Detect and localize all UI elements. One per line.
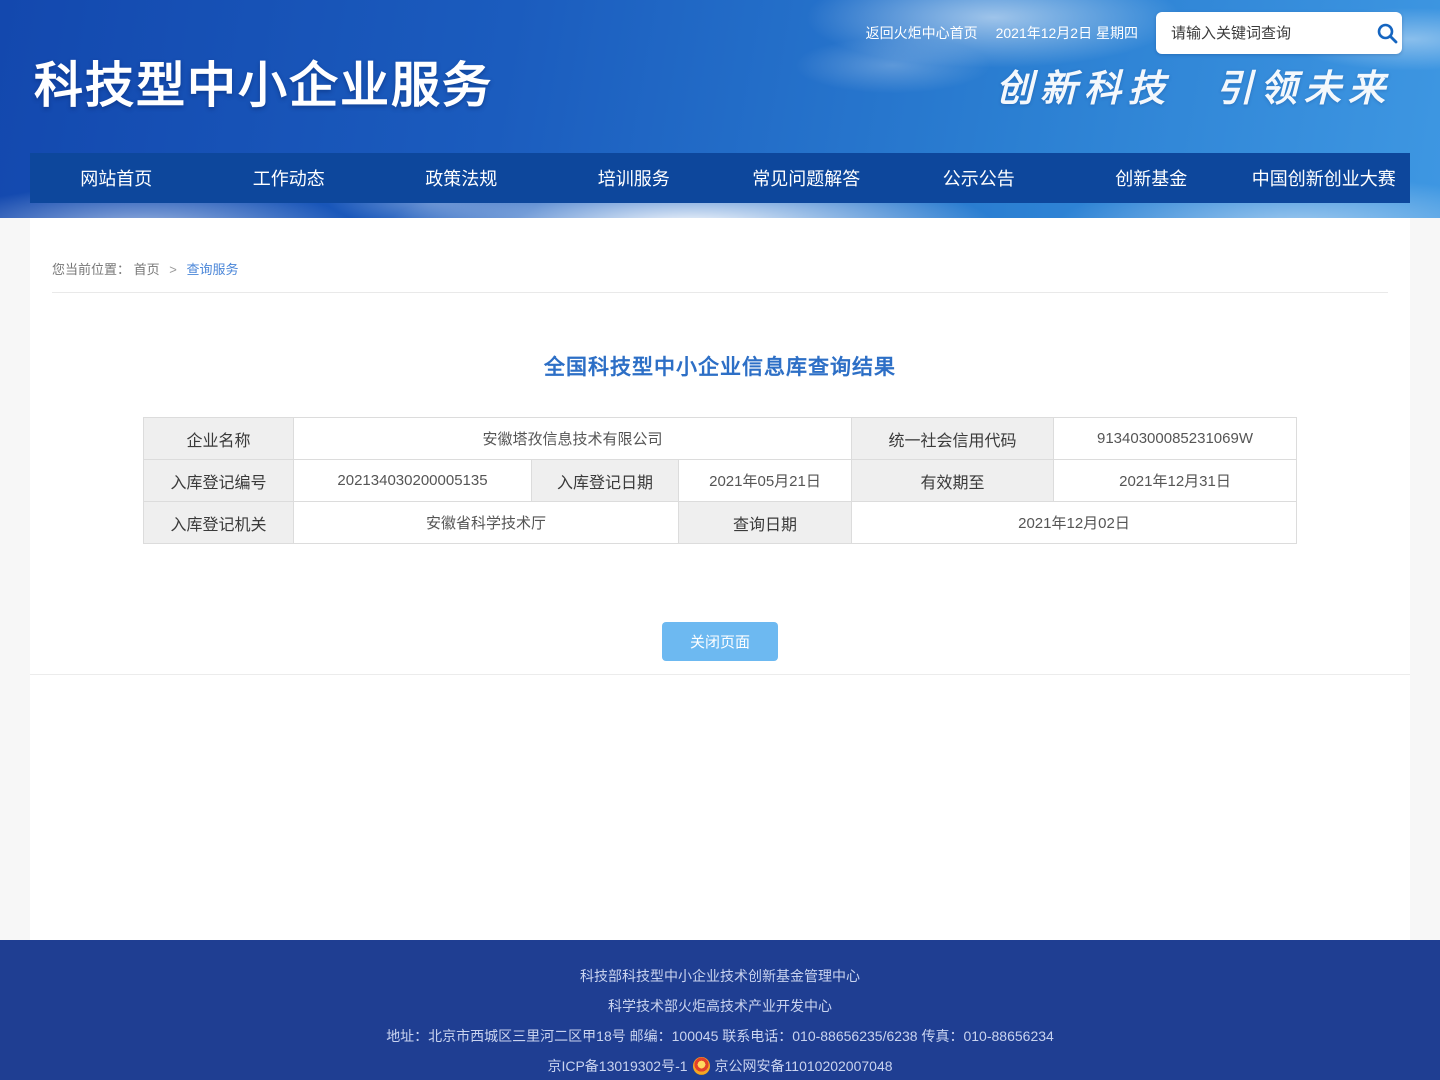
nav-item-faq[interactable]: 常见问题解答: [720, 153, 893, 203]
breadcrumb: 您当前位置： 首页 > 查询服务: [52, 218, 1388, 293]
police-badge-icon: [693, 1057, 710, 1075]
footer-org-line-2: 科学技术部火炬高技术产业开发中心: [0, 994, 1440, 1018]
breadcrumb-prefix: 您当前位置：: [52, 262, 130, 277]
table-row: 企业名称 安徽塔孜信息技术有限公司 统一社会信用代码 9134030008523…: [144, 418, 1297, 460]
search-input[interactable]: [1169, 24, 1372, 43]
table-row: 入库登记编号 202134030200005135 入库登记日期 2021年05…: [144, 460, 1297, 502]
cell-company-name-label: 企业名称: [144, 418, 294, 460]
site-logo: 科技型中小企业服务: [34, 46, 493, 117]
cell-reg-number-value: 202134030200005135: [294, 460, 532, 502]
cell-credit-code-value: 91340300085231069W: [1054, 418, 1297, 460]
breadcrumb-current-link[interactable]: 查询服务: [187, 262, 239, 277]
icp-record-link[interactable]: 京ICP备13019302号-1: [547, 1058, 687, 1074]
content-panel: 您当前位置： 首页 > 查询服务 全国科技型中小企业信息库查询结果 企业名称 安…: [30, 218, 1410, 940]
cell-valid-until-label: 有效期至: [852, 460, 1054, 502]
nav-item-announcements[interactable]: 公示公告: [893, 153, 1066, 203]
cell-query-date-label: 查询日期: [679, 502, 852, 544]
close-page-button[interactable]: 关闭页面: [662, 622, 778, 661]
site-footer: 科技部科技型中小企业技术创新基金管理中心 科学技术部火炬高技术产业开发中心 地址…: [0, 940, 1440, 1080]
footer-org-line-1: 科技部科技型中小企业技术创新基金管理中心: [0, 964, 1440, 988]
top-utility-bar: 返回火炬中心首页 2021年12月2日 星期四: [866, 12, 1402, 54]
breadcrumb-home-link[interactable]: 首页: [134, 262, 160, 277]
search-icon: [1375, 21, 1399, 45]
cell-query-date-value: 2021年12月02日: [852, 502, 1297, 544]
breadcrumb-separator: >: [169, 262, 177, 277]
footer-record-line: 京ICP备13019302号-1 京公网安备11010202007048: [0, 1054, 1440, 1078]
main-navigation: 网站首页 工作动态 政策法规 培训服务 常见问题解答 公示公告 创新基金 中国创…: [30, 153, 1410, 203]
nav-item-innovation-fund[interactable]: 创新基金: [1065, 153, 1238, 203]
table-row: 入库登记机关 安徽省科学技术厅 查询日期 2021年12月02日: [144, 502, 1297, 544]
cell-valid-until-value: 2021年12月31日: [1054, 460, 1297, 502]
enterprise-info-table: 企业名称 安徽塔孜信息技术有限公司 统一社会信用代码 9134030008523…: [143, 417, 1297, 544]
return-torch-center-link[interactable]: 返回火炬中心首页: [866, 23, 978, 43]
nav-item-training[interactable]: 培训服务: [548, 153, 721, 203]
brand-slogan: 创新科技 引领未来: [996, 58, 1392, 112]
search-button[interactable]: [1372, 12, 1402, 54]
nav-item-policies[interactable]: 政策法规: [375, 153, 548, 203]
cell-reg-date-value: 2021年05月21日: [679, 460, 852, 502]
police-record-link[interactable]: 京公网安备11010202007048: [715, 1058, 893, 1074]
page-body: 您当前位置： 首页 > 查询服务 全国科技型中小企业信息库查询结果 企业名称 安…: [0, 218, 1440, 940]
nav-item-competition[interactable]: 中国创新创业大赛: [1238, 153, 1411, 203]
site-header: 科技型中小企业服务 返回火炬中心首页 2021年12月2日 星期四 创新科技 引…: [0, 0, 1440, 218]
footer-contact-line: 地址：北京市西城区三里河二区甲18号 邮编：100045 联系电话：010-88…: [0, 1024, 1440, 1048]
cell-credit-code-label: 统一社会信用代码: [852, 418, 1054, 460]
cell-reg-date-label: 入库登记日期: [532, 460, 679, 502]
cell-reg-number-label: 入库登记编号: [144, 460, 294, 502]
cell-company-name-value: 安徽塔孜信息技术有限公司: [294, 418, 852, 460]
nav-item-work-news[interactable]: 工作动态: [203, 153, 376, 203]
page-title: 全国科技型中小企业信息库查询结果: [30, 351, 1410, 381]
keyword-search-box: [1156, 12, 1402, 54]
cell-reg-authority-label: 入库登记机关: [144, 502, 294, 544]
current-date-text: 2021年12月2日 星期四: [996, 23, 1138, 43]
nav-item-home[interactable]: 网站首页: [30, 153, 203, 203]
cell-reg-authority-value: 安徽省科学技术厅: [294, 502, 679, 544]
query-result-section: 您当前位置： 首页 > 查询服务 全国科技型中小企业信息库查询结果 企业名称 安…: [30, 218, 1410, 675]
